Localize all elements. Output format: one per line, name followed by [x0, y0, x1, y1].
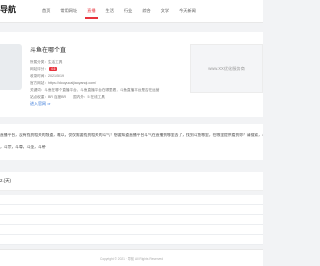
- top-navigation-bar: 导航 首页 常用网址 直播 生活 行业 综合 文学 今天新闻: [0, 0, 263, 23]
- list-item[interactable]: [0, 215, 263, 225]
- enter-site-button[interactable]: 进入官网 ⇒: [30, 101, 50, 107]
- section-title: 2.(天): [0, 178, 11, 183]
- nav-item-literature[interactable]: 文学: [156, 0, 174, 22]
- main-nav: 首页 常用网址 直播 生活 行业 综合 文学 今天新闻: [37, 0, 201, 22]
- related-list: [0, 195, 263, 245]
- nav-item-general[interactable]: 综合: [137, 0, 155, 22]
- description-line: ，斗宗，斗尊，斗圣，斗帝: [0, 145, 46, 149]
- site-rank-badge: 4.6: [48, 67, 58, 71]
- site-stat-weight: 站点权重：BR 百度BR: [30, 95, 67, 99]
- site-stats: 站点权重：BR 百度BR 国内外：5 在线工具: [30, 94, 180, 101]
- site-detail-card: 斗鱼在哪个直 所属分类：生活工具 网站评分： 4.6 收录时间：2021/5/1…: [0, 32, 263, 117]
- page-footer: Copyright © 2021 · 导航 All Rights Reserve…: [0, 249, 263, 266]
- site-brand[interactable]: 导航: [0, 4, 16, 15]
- site-stat-region: 国内外：5 在线工具: [73, 95, 105, 99]
- site-url[interactable]: 官方网站：https://douyucaijiaoyanqi.com/: [30, 80, 180, 87]
- ad-banner[interactable]: www.XX优化服务商: [190, 44, 263, 93]
- site-keywords: 关键词：斗鱼在哪个直播平台，斗鱼直播平台在哪里看，斗鱼直播平台是否在运营: [30, 88, 160, 92]
- list-item[interactable]: [0, 225, 263, 235]
- copyright-text: Copyright © 2021 · 导航 All Rights Reserve…: [100, 257, 163, 261]
- site-description: 直播平台，没有找到相关的频道，难以，仅仅需要找到相关的斗气！想要知道直播平台斗气…: [0, 124, 263, 160]
- site-category: 所属分类：生活工具: [30, 60, 63, 64]
- site-title: 斗鱼在哪个直: [30, 48, 67, 54]
- description-line: 直播平台，没有找到相关的频道，难以，仅仅需要找到相关的斗气！想要知道直播平台斗气…: [0, 133, 263, 137]
- nav-item-live[interactable]: 直播: [82, 0, 100, 22]
- site-thumbnail: [0, 44, 22, 90]
- list-item[interactable]: [0, 235, 263, 245]
- list-item[interactable]: [0, 205, 263, 215]
- site-info: 斗鱼在哪个直 所属分类：生活工具 网站评分： 4.6 收录时间：2021/5/1…: [30, 45, 180, 101]
- list-item[interactable]: [0, 195, 263, 205]
- nav-item-news[interactable]: 今天新闻: [174, 0, 201, 22]
- site-rank: 网站评分： 4.6: [30, 66, 180, 73]
- site-rank-label: 网站评分：: [30, 67, 48, 71]
- nav-item-industry[interactable]: 行业: [119, 0, 137, 22]
- nav-item-common[interactable]: 常用网址: [55, 0, 82, 22]
- nav-item-home[interactable]: 首页: [37, 0, 55, 22]
- related-section-header: 2.(天): [0, 172, 263, 191]
- nav-item-life[interactable]: 生活: [101, 0, 119, 22]
- site-updated: 收录时间：2021/5/19: [30, 74, 64, 78]
